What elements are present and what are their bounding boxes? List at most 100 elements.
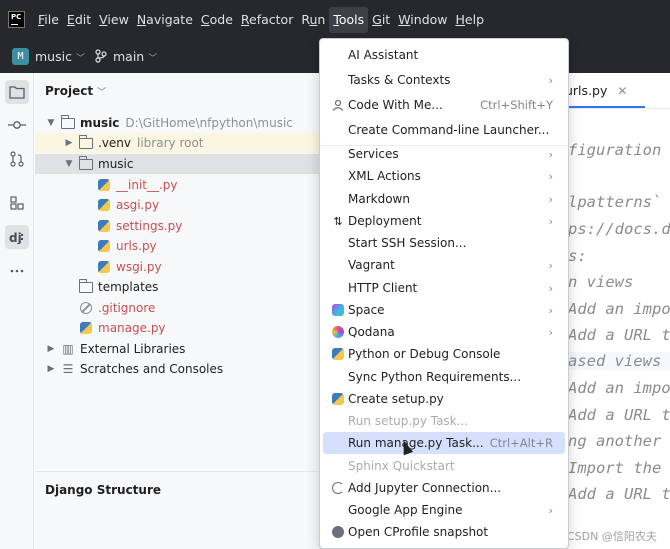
profiler-icon (331, 525, 345, 539)
menu-item-xml-actions[interactable]: XML Actions › (323, 165, 565, 187)
tree-item-urls-py[interactable]: urls.py (35, 236, 325, 256)
tree-item-gitignore[interactable]: .gitignore (35, 298, 325, 318)
menu-item-run-setup-py: Run setup.py Task... (348, 414, 469, 428)
expanded-arrow-icon[interactable]: ▼ (63, 159, 75, 169)
menu-item-qodana[interactable]: Qodana › (323, 321, 565, 343)
tree-item-music-package[interactable]: ▼ music (35, 154, 325, 174)
project-panel-title[interactable]: Project ﹀ (45, 84, 106, 98)
project-panel: Project ﹀ ▼ music D:\GitHome\nfpython\mus… (35, 73, 325, 549)
python-file-icon (96, 219, 112, 233)
menu-edit[interactable]: Edit (63, 7, 95, 33)
code-line[interactable]: figuration (568, 141, 661, 159)
menu-view[interactable]: View (95, 7, 133, 33)
tree-item-init-py[interactable]: __init__.py (35, 175, 325, 195)
scratches-icon: ☰ (62, 362, 74, 376)
ignore-file-icon (78, 301, 94, 315)
folder-icon (78, 278, 94, 294)
tab-urls-py[interactable]: urls.py ✕ (565, 83, 627, 98)
code-line[interactable]: Add a URL t (568, 485, 670, 503)
main-menu: File Edit View Navigate Code Refactor Ru… (34, 0, 488, 40)
submenu-arrow-icon: › (548, 325, 553, 339)
python-icon (331, 347, 345, 361)
panel-divider (35, 471, 325, 472)
menu-item-deployment[interactable]: ⇅ Deployment › (323, 210, 565, 232)
collapsed-arrow-icon[interactable]: ▶ (45, 344, 57, 354)
code-line[interactable]: Add a URL t (568, 326, 670, 344)
code-line[interactable]: s: (568, 247, 587, 265)
menu-item-python-console[interactable]: Python or Debug Console (323, 343, 565, 365)
code-line[interactable]: Add an impo (568, 300, 670, 318)
menu-item-ai-assistant[interactable]: AI Assistant (323, 44, 565, 66)
menu-item-create-setup-py[interactable]: Create setup.py (323, 388, 565, 410)
jupyter-icon (331, 481, 345, 495)
code-line[interactable]: ng another (568, 432, 661, 450)
folder-icon (60, 114, 76, 130)
git-branch-icon (95, 49, 107, 66)
menu-window[interactable]: Window (394, 7, 451, 33)
tool-window-strip: dj (0, 73, 34, 549)
menu-item-sphinx-quickstart: Sphinx Quickstart (348, 459, 455, 473)
code-line[interactable]: Import the (568, 459, 661, 477)
package-folder-icon (78, 155, 94, 171)
code-line[interactable]: lpatterns` (568, 193, 661, 211)
tree-item-music-root[interactable]: ▼ music D:\GitHome\nfpython\music (35, 113, 325, 133)
python-file-icon (78, 321, 94, 335)
menu-item-ssh-session[interactable]: Start SSH Session... (323, 232, 565, 254)
collapsed-arrow-icon[interactable]: ▶ (63, 138, 75, 148)
menu-run[interactable]: Run (297, 7, 329, 33)
menu-item-vagrant[interactable]: Vagrant › (323, 254, 565, 276)
tree-item-venv[interactable]: ▶ .venv library root (35, 133, 325, 153)
menu-tools[interactable]: Tools (329, 7, 369, 33)
menu-item-http-client[interactable]: HTTP Client › (323, 277, 565, 299)
qodana-logo-icon (331, 325, 345, 339)
code-line[interactable]: n views (568, 273, 633, 291)
project-selector[interactable]: music ﹀ (35, 49, 85, 64)
expanded-arrow-icon[interactable]: ▼ (45, 118, 57, 128)
python-file-icon (96, 178, 112, 192)
menu-item-space[interactable]: Space › (323, 299, 565, 321)
tree-item-asgi-py[interactable]: asgi.py (35, 195, 325, 215)
menu-item-markdown[interactable]: Markdown › (323, 188, 565, 210)
tree-item-scratches[interactable]: ▶ ☰ Scratches and Consoles (35, 359, 325, 379)
deployment-arrows-icon: ⇅ (333, 214, 343, 228)
code-line-current[interactable]: ased views (564, 352, 670, 370)
submenu-arrow-icon: › (548, 303, 553, 317)
commit-icon[interactable] (5, 113, 29, 137)
tree-item-external-libraries[interactable]: ▶ ▥ External Libraries (35, 339, 325, 359)
menu-item-run-manage-py[interactable]: Run manage.py Task... Ctrl+Alt+R (323, 432, 565, 454)
menu-help[interactable]: Help (452, 7, 489, 33)
menu-item-create-launcher[interactable]: Create Command-line Launcher... (323, 119, 565, 141)
menu-item-code-with-me[interactable]: Code With Me... Ctrl+Shift+Y (323, 94, 565, 116)
menu-code[interactable]: Code (197, 7, 237, 33)
menu-file[interactable]: File (34, 7, 63, 33)
menu-item-google-app-engine[interactable]: Google App Engine › (323, 499, 565, 521)
menu-item-services[interactable]: Services › (323, 143, 565, 165)
menu-refactor[interactable]: Refactor (237, 7, 297, 33)
chevron-down-icon: ﹀ (148, 54, 158, 64)
tree-item-settings-py[interactable]: settings.py (35, 216, 325, 236)
django-structure-title[interactable]: Django Structure (45, 483, 161, 497)
tree-item-wsgi-py[interactable]: wsgi.py (35, 257, 325, 277)
code-line[interactable]: Add an impo (568, 379, 670, 397)
tree-item-manage-py[interactable]: manage.py (35, 318, 325, 338)
pull-requests-icon[interactable] (5, 147, 29, 171)
branch-selector[interactable]: main ﹀ (113, 49, 157, 64)
collapsed-arrow-icon[interactable]: ▶ (45, 364, 57, 374)
code-line[interactable]: ps://docs.d (568, 220, 670, 238)
menu-navigate[interactable]: Navigate (133, 7, 197, 33)
menu-git[interactable]: Git (368, 7, 394, 33)
close-icon[interactable]: ✕ (617, 84, 627, 98)
submenu-arrow-icon: › (548, 258, 553, 272)
code-line[interactable]: Add a URL t (568, 406, 670, 424)
menu-item-open-cprofile[interactable]: Open CProfile snapshot (323, 521, 565, 543)
tree-item-templates[interactable]: templates (35, 277, 325, 297)
django-icon[interactable]: dj (5, 225, 29, 249)
menu-item-tasks-contexts[interactable]: Tasks & Contexts › (323, 69, 565, 91)
menu-item-jupyter-connection[interactable]: Add Jupyter Connection... (323, 477, 565, 499)
project-folder-icon[interactable] (5, 80, 29, 104)
project-badge-icon[interactable]: M (12, 48, 29, 65)
pycharm-logo-icon[interactable]: PC (8, 11, 25, 28)
more-tools-icon[interactable] (5, 259, 29, 283)
structure-icon[interactable] (5, 191, 29, 215)
menu-item-sync-requirements[interactable]: Sync Python Requirements... (323, 366, 565, 388)
